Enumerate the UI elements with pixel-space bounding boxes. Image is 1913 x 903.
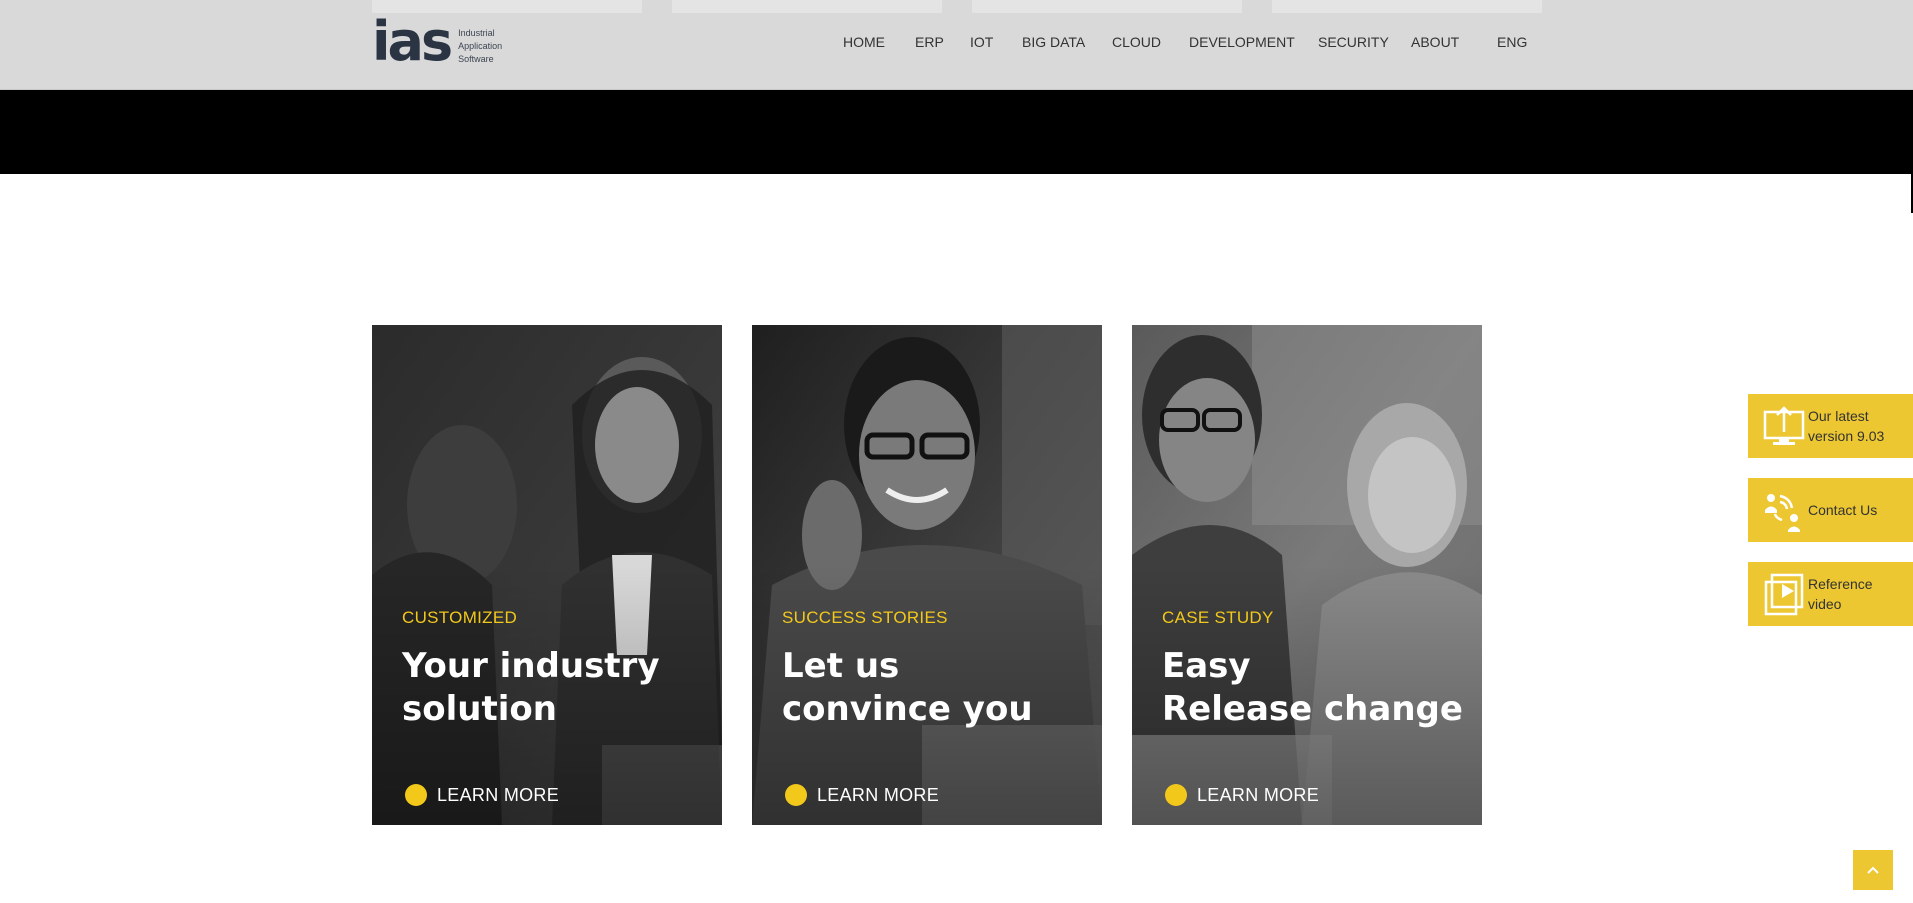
learn-more-button[interactable]: LEARN MORE <box>785 782 939 808</box>
side-tab-label: Contact Us <box>1808 502 1878 518</box>
nav-item-security[interactable]: SECURITY <box>1318 34 1389 50</box>
header-tab-stub <box>672 0 942 13</box>
card-success-stories[interactable]: SUCCESS STORIES Let us convince you LEAR… <box>752 325 1102 825</box>
card-title: Your industry solution <box>402 646 660 729</box>
nav-item-about[interactable]: ABOUT <box>1411 34 1459 50</box>
nav-item-language[interactable]: ENG <box>1497 34 1527 50</box>
card-title: Let us convince you <box>782 646 1033 729</box>
card-eyebrow: CUSTOMIZED <box>402 608 518 627</box>
nav-item-home[interactable]: HOME <box>843 34 885 50</box>
site-header: ias Industrial Application Software HOME… <box>0 0 1913 90</box>
back-to-top-button[interactable] <box>1853 850 1893 890</box>
monitor-upload-icon <box>1763 406 1805 445</box>
main-nav: HOME ERP IOT BIG DATA CLOUD DEVELOPMENT … <box>0 34 1913 54</box>
logo-line: Software <box>458 53 494 64</box>
header-tab-stub <box>972 0 1242 13</box>
cta-dot-icon <box>405 784 427 806</box>
nav-item-development[interactable]: DEVELOPMENT <box>1189 34 1295 50</box>
latest-version-tab[interactable]: Our latest version 9.03 <box>1748 394 1913 458</box>
nav-item-iot[interactable]: IOT <box>970 34 993 50</box>
nav-item-big-data[interactable]: BIG DATA <box>1022 34 1085 50</box>
nav-item-cloud[interactable]: CLOUD <box>1112 34 1161 50</box>
learn-more-button[interactable]: LEARN MORE <box>1165 782 1319 808</box>
contact-us-tab[interactable]: Contact Us <box>1748 478 1913 542</box>
reference-video-tab[interactable]: Reference video <box>1748 562 1913 626</box>
side-tab-label: Reference video <box>1808 576 1873 612</box>
card-eyebrow: CASE STUDY <box>1162 608 1274 627</box>
card-customized[interactable]: CUSTOMIZED Your industry solution LEARN … <box>372 325 722 825</box>
header-tab-stub <box>1272 0 1542 13</box>
video-play-icon <box>1764 573 1804 616</box>
card-title: Easy Release change <box>1162 646 1463 729</box>
hero-band <box>0 90 1913 174</box>
cta-label: LEARN MORE <box>1197 784 1320 805</box>
cta-dot-icon <box>785 784 807 806</box>
card-case-study[interactable]: CASE STUDY Easy Release change LEARN MOR… <box>1132 325 1482 825</box>
learn-more-button[interactable]: LEARN MORE <box>405 782 559 808</box>
nav-item-erp[interactable]: ERP <box>915 34 944 50</box>
cta-dot-icon <box>1165 784 1187 806</box>
contact-signal-icon <box>1765 494 1800 532</box>
card-eyebrow: SUCCESS STORIES <box>782 608 948 627</box>
cta-label: LEARN MORE <box>437 784 560 805</box>
side-tab-label: Our latest version 9.03 <box>1808 408 1885 444</box>
cta-label: LEARN MORE <box>817 784 940 805</box>
chevron-up-icon <box>1867 866 1879 874</box>
